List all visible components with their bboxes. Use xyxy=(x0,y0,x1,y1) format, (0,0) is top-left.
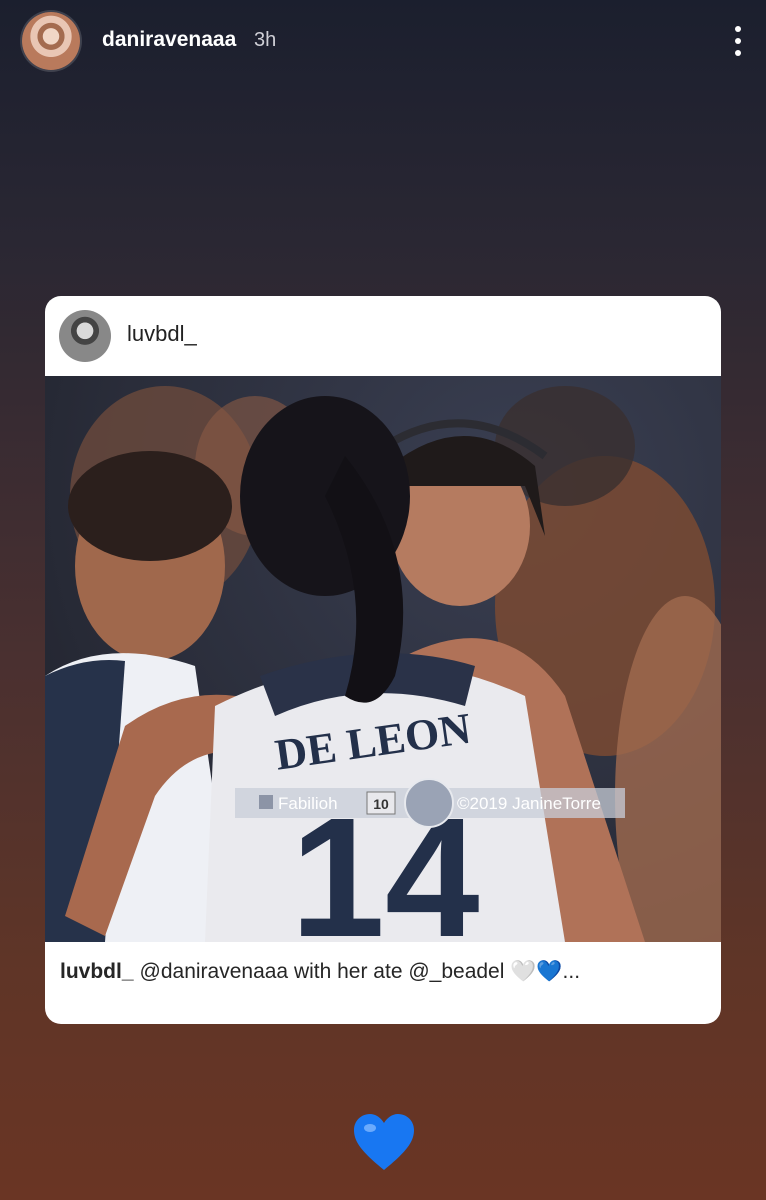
story-username[interactable]: daniravenaaa xyxy=(102,28,236,52)
blue-heart-icon[interactable] xyxy=(352,1112,416,1176)
post-header: luvbdl_ xyxy=(45,296,721,376)
post-username[interactable]: luvbdl_ xyxy=(127,321,197,347)
shared-post-card[interactable]: luvbdl_ DE LEON 14 Fabilioh 10 ©2019 Jan… xyxy=(45,296,721,1024)
post-photo[interactable]: DE LEON 14 Fabilioh 10 ©2019 JanineTorre xyxy=(45,376,721,942)
caption-text: @daniravenaaa with her ate @_beadel 🤍💙..… xyxy=(139,960,581,983)
post-caption: luvbdl_ @daniravenaaa with her ate @_bead… xyxy=(60,960,711,984)
watermark-left: Fabilioh xyxy=(278,794,338,813)
profile-avatar[interactable] xyxy=(22,12,80,70)
watermark-right: ©2019 JanineTorre xyxy=(457,794,601,813)
more-vertical-icon[interactable] xyxy=(732,26,744,56)
caption-username[interactable]: luvbdl_ xyxy=(60,960,134,983)
watermark-badge: 10 xyxy=(373,796,389,812)
story-header: daniravenaaa 3h xyxy=(22,12,744,72)
post-avatar[interactable] xyxy=(59,310,111,362)
story-time: 3h xyxy=(254,29,277,51)
